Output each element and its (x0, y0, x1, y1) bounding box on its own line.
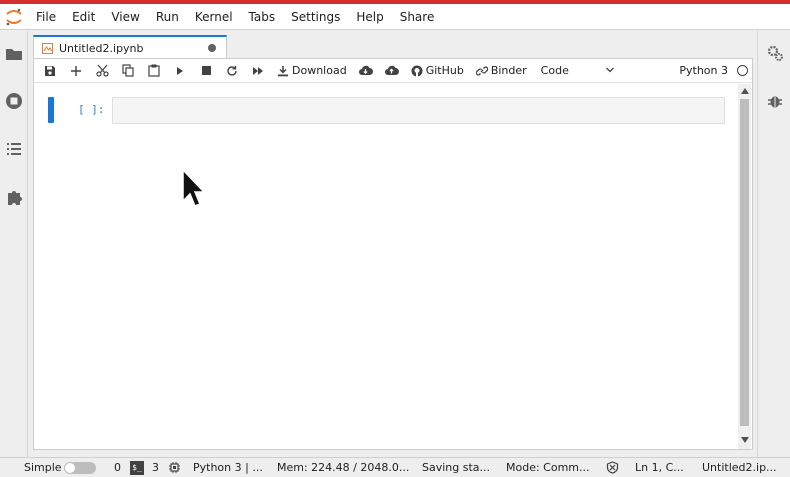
active-cell-indicator[interactable] (48, 97, 54, 123)
menu-view[interactable]: View (103, 4, 147, 30)
cloud-download-icon[interactable] (353, 59, 379, 83)
copy-icon[interactable] (115, 59, 141, 83)
chevron-down-icon (605, 67, 614, 72)
github-icon (411, 65, 423, 76)
vertical-scrollbar[interactable] (738, 84, 751, 449)
cut-icon[interactable] (89, 59, 115, 83)
restart-run-all-icon[interactable] (245, 59, 271, 83)
menu-file[interactable]: File (28, 4, 64, 30)
input-prompt: [ ]: (78, 103, 105, 116)
right-sidebar (757, 31, 790, 457)
tab-label: Untitled2.ipynb (59, 41, 144, 55)
menu-edit[interactable]: Edit (64, 4, 103, 30)
kernel-status-text[interactable]: Python 3 | ... (193, 461, 263, 474)
paste-icon[interactable] (141, 59, 167, 83)
save-status: Saving sta... (422, 461, 491, 474)
table-of-contents-icon[interactable] (5, 140, 23, 158)
github-label: GitHub (425, 64, 464, 77)
notebook-icon (42, 42, 53, 54)
notebook-toolbar: Download GitHub Binder Code Python 3 (34, 59, 752, 83)
terminal-count[interactable]: 3 (152, 461, 159, 474)
terminal-icon[interactable]: $_ (130, 461, 144, 475)
add-cell-icon[interactable] (63, 59, 89, 83)
download-label: Download (292, 64, 347, 77)
simple-mode-toggle[interactable] (64, 462, 96, 474)
github-button[interactable]: GitHub (405, 59, 470, 83)
current-filename: Untitled2.ip... (702, 461, 777, 474)
link-icon (475, 65, 488, 76)
toggle-knob (65, 463, 75, 473)
code-cell-editor[interactable] (112, 97, 725, 124)
menu-kernel[interactable]: Kernel (187, 4, 241, 30)
scrollbar-thumb[interactable] (740, 99, 749, 426)
save-icon[interactable] (37, 59, 63, 83)
binder-button[interactable]: Binder (470, 59, 533, 83)
jupyter-logo-icon (0, 4, 28, 30)
cpu-chip-icon (169, 462, 180, 473)
kernel-idle-status-icon (737, 65, 748, 76)
kernel-name[interactable]: Python 3 (679, 64, 728, 77)
interrupt-kernel-icon[interactable] (193, 59, 219, 83)
menu-run[interactable]: Run (148, 4, 187, 30)
menu-share[interactable]: Share (392, 4, 443, 30)
run-cell-icon[interactable] (167, 59, 193, 83)
binder-label: Binder (490, 64, 527, 77)
mouse-pointer-icon (182, 168, 206, 207)
left-sidebar (0, 31, 28, 457)
folder-icon[interactable] (5, 45, 23, 63)
cell-type-value: Code (540, 64, 569, 77)
notebook-cells: [ ]: (34, 84, 738, 449)
cell-type-select[interactable]: Code (541, 61, 621, 81)
trust-shield-icon[interactable] (606, 461, 619, 474)
unsaved-dot-close-icon[interactable] (208, 44, 216, 52)
scroll-up-arrow-icon[interactable] (741, 88, 749, 94)
running-sessions-icon[interactable] (5, 92, 23, 110)
kernel-count[interactable]: 0 (114, 461, 121, 474)
scroll-down-arrow-icon[interactable] (741, 437, 749, 443)
cursor-position[interactable]: Ln 1, C... (635, 461, 684, 474)
cloud-upload-icon[interactable] (379, 59, 405, 83)
menu-help[interactable]: Help (348, 4, 391, 30)
notebook-mode: Mode: Comm... (506, 461, 590, 474)
restart-kernel-icon[interactable] (219, 59, 245, 83)
status-bar: Simple 0 $_ 3 Python 3 | ... Mem: 224.48… (0, 457, 790, 477)
notebook-panel: Download GitHub Binder Code Python 3 [ ]… (33, 58, 753, 450)
debugger-bug-icon[interactable] (766, 92, 784, 110)
memory-usage: Mem: 224.48 / 2048.0... (277, 461, 410, 474)
simple-mode-label: Simple (24, 461, 62, 474)
menu-settings[interactable]: Settings (283, 4, 348, 30)
menu-bar: File Edit View Run Kernel Tabs Settings … (0, 4, 790, 30)
tab-untitled2[interactable]: Untitled2.ipynb (33, 35, 227, 59)
property-inspector-gears-icon[interactable] (766, 44, 784, 62)
extensions-puzzle-icon[interactable] (5, 188, 23, 206)
document-tab-bar: Untitled2.ipynb (33, 35, 753, 59)
download-icon (278, 65, 288, 76)
menu-tabs[interactable]: Tabs (241, 4, 284, 30)
download-button[interactable]: Download (271, 59, 353, 83)
